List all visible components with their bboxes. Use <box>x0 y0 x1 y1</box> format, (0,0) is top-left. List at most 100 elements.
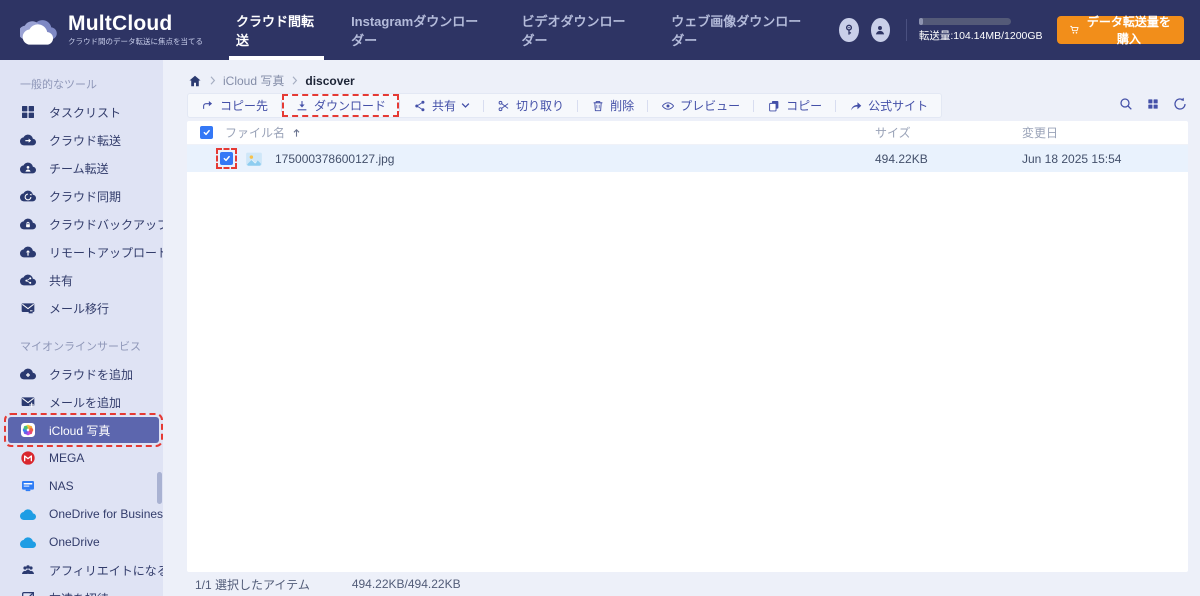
sidebar-item-cloud-transfer[interactable]: クラウド転送 <box>0 126 163 154</box>
share-button[interactable]: 共有 <box>400 94 483 117</box>
icloud-photos-icon <box>20 422 36 438</box>
sidebar-item-label: クラウドを追加 <box>49 367 134 382</box>
cut-button[interactable]: 切り取り <box>484 94 577 117</box>
toolbar-button-label: 削除 <box>610 99 635 113</box>
sidebar-item-icloud-photos[interactable]: iCloud 写真 <box>4 413 163 447</box>
toolbar-button-label: ダウンロード <box>314 99 387 113</box>
usage-progress-bar <box>918 17 1011 25</box>
buy-traffic-label: データ転送量を購入 <box>1086 15 1171 46</box>
nav-tab-cloud-transfer[interactable]: クラウド間転送 <box>219 0 334 60</box>
sidebar-item-label: クラウド同期 <box>49 189 122 204</box>
sidebar-item-label: iCloud 写真 <box>49 423 111 438</box>
usage-progress-fill <box>918 17 923 25</box>
sidebar-item-cloud-sync[interactable]: クラウド同期 <box>0 182 163 210</box>
team-transfer-icon <box>20 160 36 176</box>
sidebar-item-invite-friends[interactable]: 友達を招待 <box>0 584 163 596</box>
nav-tab-instagram-downloader[interactable]: Instagramダウンローダー <box>334 0 504 60</box>
cloud-transfer-icon <box>20 132 36 148</box>
file-row[interactable]: 175000378600127.jpg 494.22KB Jun 18 2025… <box>187 145 1188 172</box>
selected-items-count: 1/1 選択したアイテム <box>195 577 310 592</box>
user-icon[interactable] <box>870 18 891 42</box>
onedrive-icon <box>20 506 36 522</box>
sidebar-item-share[interactable]: 共有 <box>0 266 163 294</box>
status-bar: 1/1 選択したアイテム 494.22KB/494.22KB <box>187 572 461 596</box>
sidebar-item-add-cloud[interactable]: クラウドを追加 <box>0 360 163 388</box>
sidebar-item-email-migration[interactable]: メール移行 <box>0 294 163 322</box>
share-icon <box>415 100 425 111</box>
remote-upload-icon <box>20 244 36 260</box>
search-icon[interactable] <box>1118 96 1134 112</box>
sidebar-item-nas[interactable]: NAS <box>0 472 163 500</box>
column-header-name[interactable]: ファイル名 <box>225 124 285 141</box>
row-checkbox-highlight <box>216 148 237 169</box>
sidebar-item-label: メールを追加 <box>49 395 122 410</box>
nas-icon <box>20 478 36 494</box>
home-icon[interactable] <box>188 74 202 88</box>
invite-friends-icon <box>20 590 36 596</box>
delete-button[interactable]: 削除 <box>578 94 647 117</box>
column-header-size[interactable]: サイズ <box>875 124 1022 141</box>
nav-tab-video-downloader[interactable]: ビデオダウンローダー <box>504 0 654 60</box>
sidebar-item-label: チーム転送 <box>49 161 109 176</box>
cut-icon <box>498 100 509 111</box>
chevron-separator-icon <box>210 76 216 85</box>
refresh-icon[interactable] <box>1172 96 1188 112</box>
affiliate-icon <box>20 562 36 578</box>
multcloud-logo[interactable]: MultCloud クラウド間のデータ転送に焦点を当てる <box>0 13 203 47</box>
sidebar-scrollbar[interactable] <box>157 472 162 504</box>
sidebar-item-onedrive-business[interactable]: OneDrive for Business <box>0 500 163 528</box>
sidebar-item-tasklist[interactable]: タスクリスト <box>0 98 163 126</box>
copy-icon <box>769 100 779 111</box>
sidebar-item-team-transfer[interactable]: チーム転送 <box>0 154 163 182</box>
cart-icon <box>1069 25 1079 34</box>
main-content: iCloud 写真 discover コピー先 ダウンロード 共有 切り取り 削… <box>163 60 1200 596</box>
file-name: 175000378600127.jpg <box>275 151 395 166</box>
sidebar-item-label: タスクリスト <box>49 105 122 120</box>
file-list-panel: ファイル名 サイズ 変更日 175000378600127.jpg 494.22… <box>187 121 1188 572</box>
copy-button[interactable]: コピー <box>754 94 835 117</box>
onedrive-icon <box>20 534 36 550</box>
buy-traffic-button[interactable]: データ転送量を購入 <box>1056 15 1184 46</box>
official-site-button[interactable]: 公式サイト <box>836 94 941 117</box>
sidebar-item-affiliate[interactable]: アフィリエイトになる <box>0 556 163 584</box>
grid-view-icon[interactable] <box>1146 97 1160 111</box>
copy-to-button[interactable]: コピー先 <box>188 94 281 117</box>
key-icon[interactable] <box>839 18 859 42</box>
sidebar-item-add-email[interactable]: メールを追加 <box>0 388 163 416</box>
top-header: MultCloud クラウド間のデータ転送に焦点を当てる クラウド間転送 Ins… <box>0 0 1200 60</box>
preview-button[interactable]: プレビュー <box>648 94 753 117</box>
sidebar-item-label: NAS <box>49 479 74 493</box>
add-cloud-icon <box>20 366 36 382</box>
photo-file-icon <box>245 150 263 168</box>
row-checkbox[interactable] <box>220 152 233 165</box>
breadcrumb-current-folder: discover <box>305 73 355 88</box>
column-header-modified[interactable]: 変更日 <box>1022 124 1188 141</box>
toolbar-button-label: 共有 <box>432 99 457 113</box>
delete-icon <box>593 100 603 111</box>
download-button[interactable]: ダウンロード <box>282 94 400 117</box>
selected-items-size: 494.22KB/494.22KB <box>351 577 461 591</box>
sidebar-item-label: 友達を招待 <box>49 590 109 596</box>
sidebar: 一般的なツール タスクリスト クラウド転送 チーム転送 クラウド同期 クラウドバ… <box>0 60 163 596</box>
sidebar-item-label: クラウド転送 <box>49 133 122 148</box>
sidebar-item-mega[interactable]: MEGA <box>0 444 163 472</box>
cloud-share-icon <box>20 272 36 288</box>
breadcrumb-icloud-photos[interactable]: iCloud 写真 <box>223 72 284 89</box>
sidebar-item-label: リモートアップロード <box>49 245 163 260</box>
file-modified-date: Jun 18 2025 15:54 <box>1022 151 1122 166</box>
sidebar-item-label: 共有 <box>49 273 74 288</box>
sidebar-section-common-tools: 一般的なツール <box>20 79 97 91</box>
table-header-row: ファイル名 サイズ 変更日 <box>187 121 1188 145</box>
toolbar-button-label: プレビュー <box>680 99 741 113</box>
preview-icon <box>661 101 675 110</box>
sidebar-item-remote-upload[interactable]: リモートアップロード <box>0 238 163 266</box>
select-all-checkbox[interactable] <box>200 126 213 139</box>
file-toolbar: コピー先 ダウンロード 共有 切り取り 削除 プレビュー コピー 公式サイト <box>187 93 943 118</box>
nav-tab-web-image-downloader[interactable]: ウェブ画像ダウンローダー <box>654 0 827 60</box>
brand-tagline: クラウド間のデータ転送に焦点を当てる <box>68 37 203 46</box>
sort-asc-icon[interactable] <box>291 127 302 139</box>
sidebar-item-onedrive[interactable]: OneDrive <box>0 528 163 556</box>
mega-icon <box>20 450 36 466</box>
sidebar-item-cloud-backup[interactable]: クラウドバックアップ <box>0 210 163 238</box>
usage-text: 転送量:104.14MB/1200GB <box>918 29 1043 42</box>
